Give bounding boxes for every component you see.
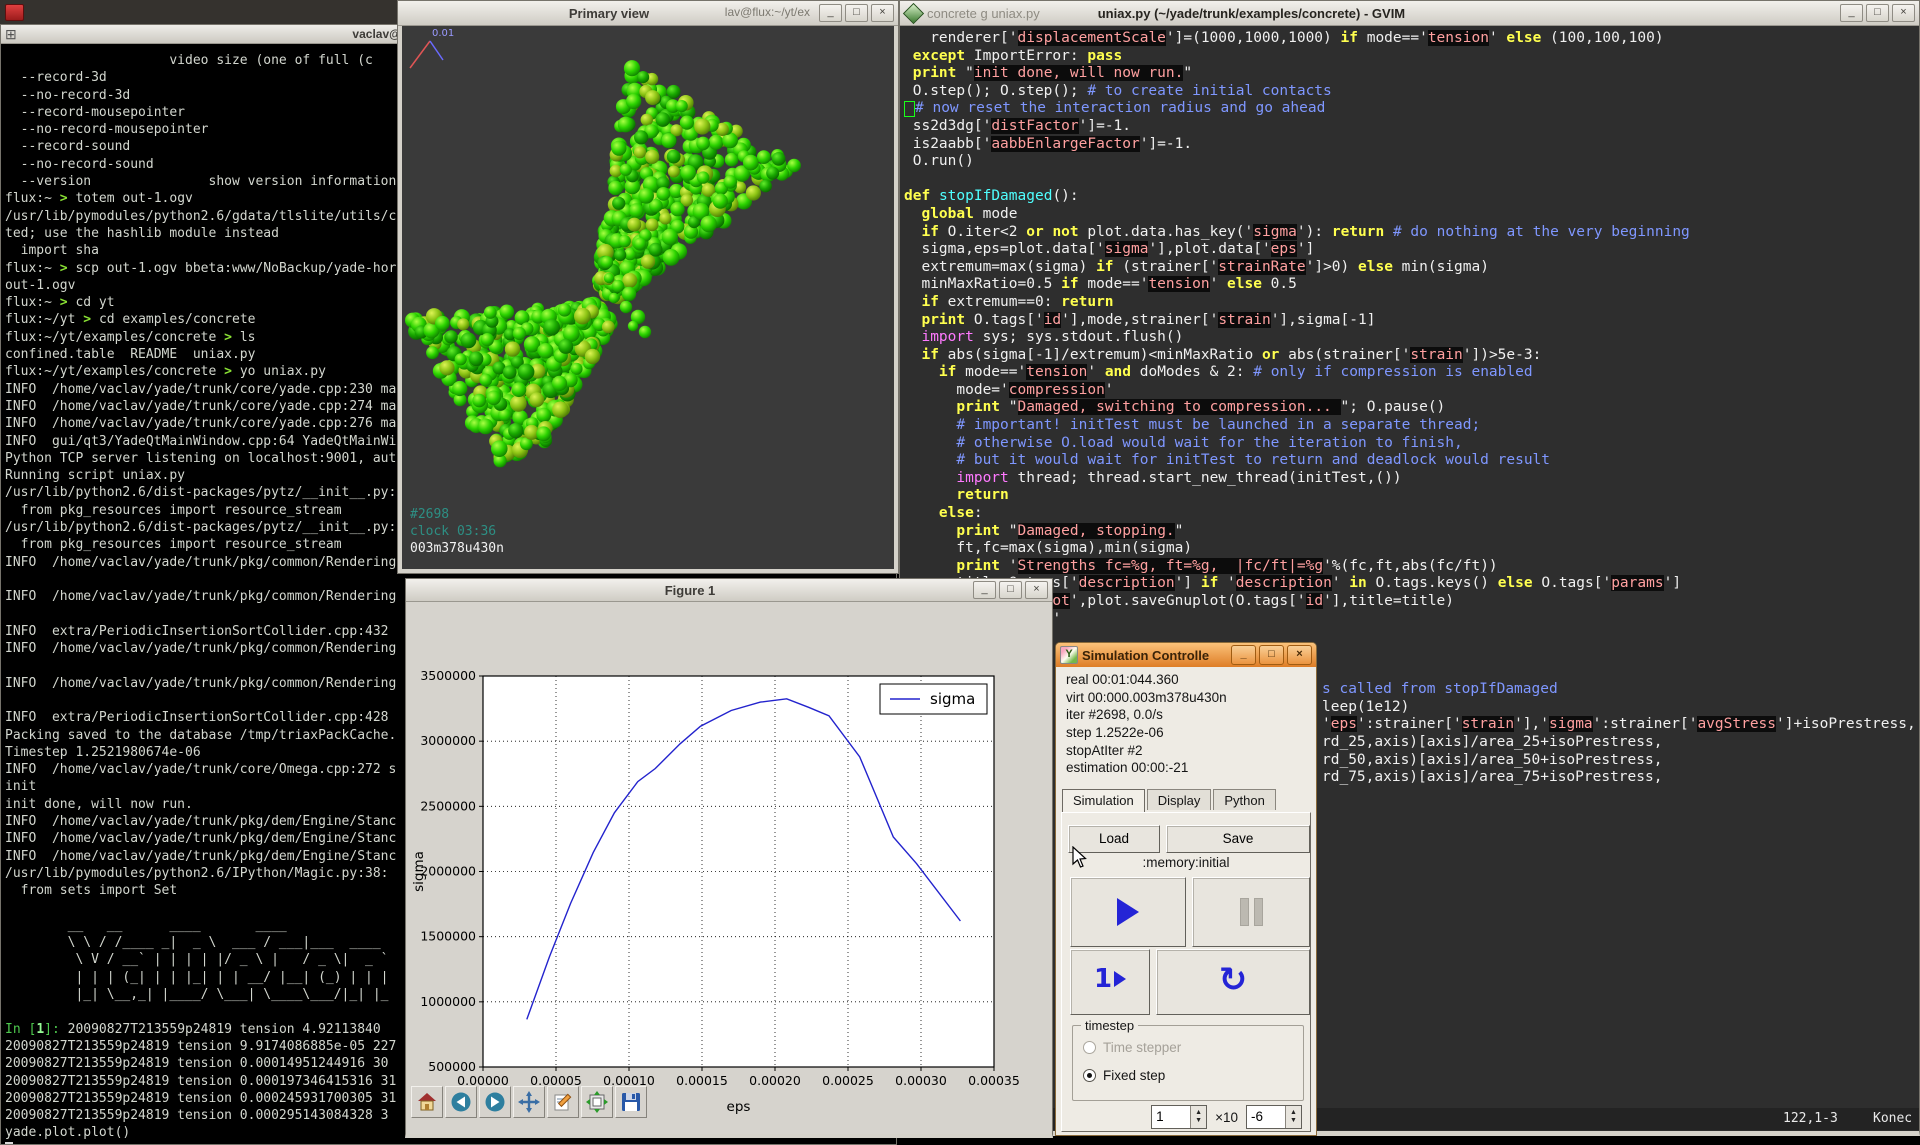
timestep-group-label: timestep xyxy=(1081,1018,1138,1033)
save-icon[interactable] xyxy=(615,1086,647,1118)
3d-viewport[interactable]: 0.01 #2698 clock 03:36 003m378u430n xyxy=(402,26,894,569)
reload-button[interactable]: ↻ xyxy=(1156,949,1310,1015)
forward-icon[interactable] xyxy=(479,1086,511,1118)
svg-text:1000000: 1000000 xyxy=(420,994,476,1009)
controller-title: Simulation Controlle xyxy=(1082,648,1228,663)
svg-text:2000000: 2000000 xyxy=(420,864,476,879)
simulation-controller-window: Y Simulation Controlle _ □ × real 00:01:… xyxy=(1055,642,1317,1136)
pause-button[interactable] xyxy=(1192,877,1310,947)
spinner-arrows-icon[interactable]: ▲▼ xyxy=(1190,1106,1206,1128)
play-button[interactable] xyxy=(1070,877,1186,947)
svg-text:1500000: 1500000 xyxy=(420,929,476,944)
radio-icon xyxy=(1083,1069,1096,1082)
fixed-step-radio[interactable]: Fixed step xyxy=(1083,1068,1165,1083)
svg-text:0.00030: 0.00030 xyxy=(895,1073,947,1088)
maximize-icon[interactable]: □ xyxy=(1866,4,1889,22)
close-icon[interactable]: × xyxy=(1025,581,1048,599)
exponent-spinner[interactable]: -6 ▲▼ xyxy=(1246,1105,1302,1129)
save-button[interactable]: Save xyxy=(1166,825,1310,853)
svg-text:3000000: 3000000 xyxy=(420,733,476,748)
svg-text:0.00020: 0.00020 xyxy=(749,1073,801,1088)
ghost-title-fragment: lav@flux:~/yt/ex xyxy=(725,5,810,19)
gvim-titlebar[interactable]: concrete g uniax.py uniax.py (~/yade/tru… xyxy=(900,1,1919,26)
controller-stat-row: iter #2698, 0.0/s xyxy=(1066,706,1227,724)
figure-titlebar[interactable]: Figure 1 _ □ × xyxy=(406,579,1052,602)
controller-stats: real 00:01:044.360virt 00:000.003m378u43… xyxy=(1066,671,1227,777)
viewport-virt-time-label: 003m378u430n xyxy=(410,541,504,556)
mouse-cursor xyxy=(1072,846,1090,870)
radio-icon xyxy=(1083,1041,1096,1054)
window-grid-icon: ⊞ xyxy=(5,27,19,41)
pause-icon xyxy=(1193,898,1309,926)
tab-simulation[interactable]: Simulation xyxy=(1062,789,1145,813)
back-icon[interactable] xyxy=(445,1086,477,1118)
maximize-icon[interactable]: □ xyxy=(1259,645,1284,665)
figure-plot: 0.000000.000050.000100.000150.000200.000… xyxy=(407,602,1051,1134)
play-icon xyxy=(1117,898,1139,926)
reload-icon: ↻ xyxy=(1157,960,1309,1000)
spinner-arrows-icon[interactable]: ▲▼ xyxy=(1285,1106,1301,1128)
times-ten-label: ×10 xyxy=(1215,1110,1238,1125)
svg-text:500000: 500000 xyxy=(428,1059,476,1074)
tab-display[interactable]: Display xyxy=(1147,789,1212,810)
edit-icon[interactable] xyxy=(547,1086,579,1118)
time-stepper-radio[interactable]: Time stepper xyxy=(1083,1040,1181,1055)
controller-stat-row: virt 00:000.003m378u430n xyxy=(1066,689,1227,707)
svg-text:0.00015: 0.00015 xyxy=(676,1073,728,1088)
red-app-icon xyxy=(5,4,24,21)
step-button[interactable]: 1 xyxy=(1070,949,1150,1015)
gvim-cursor-position: 122,1-3 xyxy=(1783,1111,1838,1126)
svg-text:2500000: 2500000 xyxy=(420,798,476,813)
viewport-iter-label: #2698 xyxy=(410,507,449,522)
gvim-scroll-indicator: Konec xyxy=(1873,1111,1912,1126)
figure-window: Figure 1 _ □ × 0.000000.000050.000100.00… xyxy=(405,578,1053,1138)
timestep-spinners: 1 ▲▼ ×10 -6 ▲▼ xyxy=(1151,1105,1302,1129)
svg-text:3500000: 3500000 xyxy=(420,668,476,683)
controller-tabs: SimulationDisplayPython xyxy=(1062,789,1278,813)
svg-text:0.00025: 0.00025 xyxy=(822,1073,874,1088)
gvim-title-ghost: concrete g uniax.py xyxy=(927,6,1040,21)
controller-stat-row: estimation 00:00:-21 xyxy=(1066,759,1227,777)
primary-view-titlebar[interactable]: Primary view lav@flux:~/yt/ex _ □ × xyxy=(398,1,898,26)
svg-text:sigma: sigma xyxy=(411,851,427,892)
pan-icon[interactable] xyxy=(513,1086,545,1118)
gvim-code: renderer['displacementScale']=(1000,1000… xyxy=(900,26,1919,628)
figure-toolbar xyxy=(411,1086,647,1118)
figure-title: Figure 1 xyxy=(410,583,970,598)
viewport-clock-label: clock 03:36 xyxy=(410,524,496,539)
subplots-icon[interactable] xyxy=(581,1086,613,1118)
maximize-icon[interactable]: □ xyxy=(845,4,868,22)
controller-tab-frame: Load Save :memory:initial 1 ↻ timestep T… xyxy=(1061,812,1311,1132)
memory-label: :memory:initial xyxy=(1062,855,1310,870)
controller-titlebar[interactable]: Y Simulation Controlle _ □ × xyxy=(1056,643,1316,667)
svg-text:0.00035: 0.00035 xyxy=(968,1073,1020,1088)
primary-view-window: Primary view lav@flux:~/yt/ex _ □ × 0.0 xyxy=(397,0,899,574)
minimize-icon[interactable]: _ xyxy=(973,581,996,599)
close-icon[interactable]: × xyxy=(1892,4,1915,22)
timestep-groupbox: timestep Time stepper Fixed step xyxy=(1072,1025,1304,1101)
background-titlebar-strip xyxy=(0,0,400,24)
maximize-icon[interactable]: □ xyxy=(999,581,1022,599)
figure-canvas: 0.000000.000050.000100.000150.000200.000… xyxy=(407,602,1051,1134)
vim-diamond-icon xyxy=(903,2,924,23)
tab-python[interactable]: Python xyxy=(1213,789,1275,810)
controller-stat-row: step 1.2522e-06 xyxy=(1066,724,1227,742)
controller-stat-row: real 00:01:044.360 xyxy=(1066,671,1227,689)
gvim-title: uniax.py (~/yade/trunk/examples/concrete… xyxy=(1098,6,1405,21)
spheres-svg xyxy=(402,26,894,569)
minimize-icon[interactable]: _ xyxy=(1231,645,1256,665)
minimize-icon[interactable]: _ xyxy=(1840,4,1863,22)
controller-stat-row: stopAtIter #2 xyxy=(1066,742,1227,760)
step-icon: 1 xyxy=(1071,964,1149,994)
mantissa-spinner[interactable]: 1 ▲▼ xyxy=(1151,1105,1207,1129)
minimize-icon[interactable]: _ xyxy=(819,4,842,22)
yade-app-icon: Y xyxy=(1060,646,1078,664)
axis-scale-label: 0.01 xyxy=(432,28,454,39)
home-icon[interactable] xyxy=(411,1086,443,1118)
svg-text:sigma: sigma xyxy=(930,690,975,708)
close-icon[interactable]: × xyxy=(1287,645,1312,665)
close-icon[interactable]: × xyxy=(871,4,894,22)
svg-text:eps: eps xyxy=(727,1099,751,1115)
